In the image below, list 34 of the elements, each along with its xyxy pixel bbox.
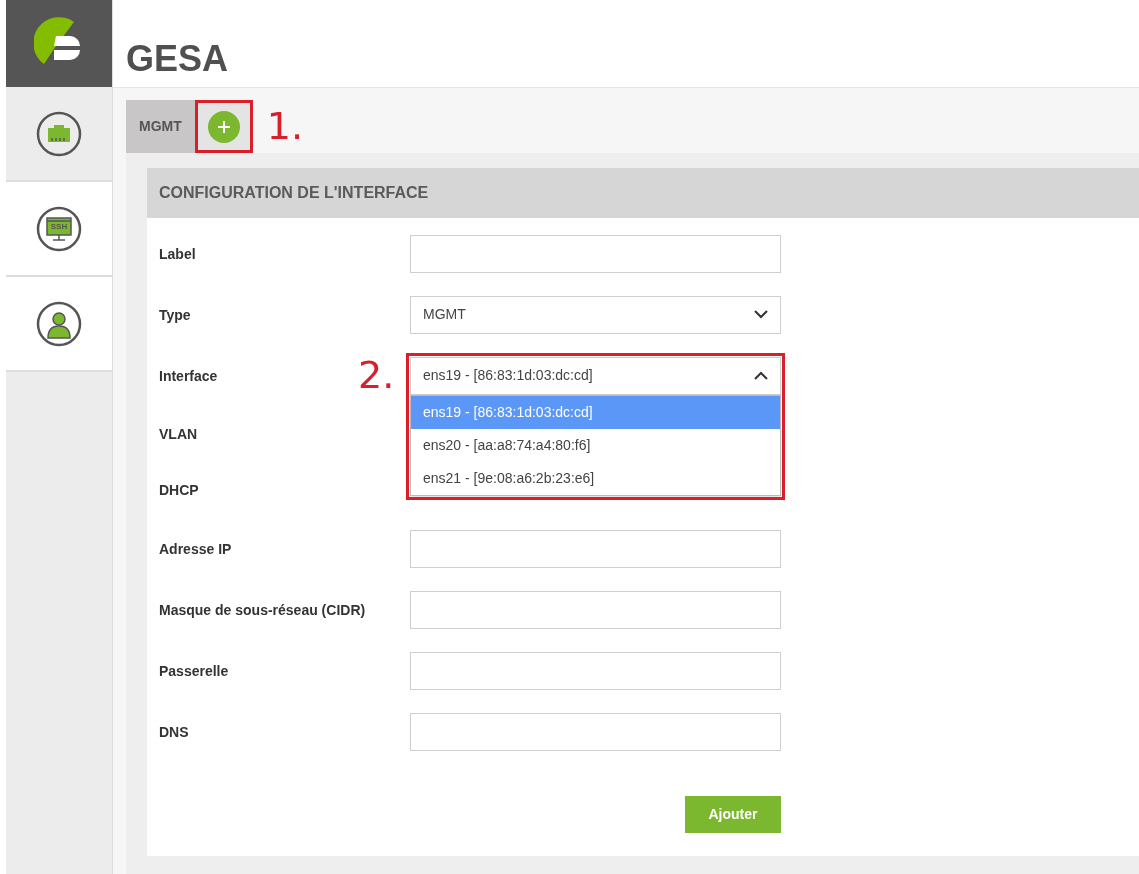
text-field[interactable]	[410, 529, 781, 568]
user-icon	[35, 299, 83, 348]
field-label: VLAN	[159, 426, 198, 442]
panel-header: CONFIGURATION DE L'INTERFACE	[147, 168, 1139, 218]
text-field[interactable]	[410, 234, 781, 273]
field-label: Label	[159, 245, 196, 262]
chevron-up-icon	[754, 371, 768, 380]
annotation-number: 1.	[266, 103, 304, 150]
ssh-terminal-icon: SSH	[35, 204, 83, 253]
text-field[interactable]	[410, 651, 781, 690]
tab[interactable]: MGMT	[126, 100, 195, 153]
field-label: Passerelle	[159, 662, 229, 679]
field-label: DHCP	[159, 482, 199, 498]
chevron-down-icon	[754, 310, 768, 319]
interface-select[interactable]: ens19 - [86:83:1d:03:dc:cd]	[410, 356, 781, 395]
ethernet-port-icon	[35, 109, 83, 158]
annotation-number: 2.	[358, 351, 395, 399]
select-value: ens19 - [86:83:1d:03:dc:cd]	[423, 366, 593, 385]
dropdown-option[interactable]: ens20 - [aa:a8:74:a4:80:f6]	[411, 428, 780, 462]
field-label: Masque de sous-réseau (CIDR)	[159, 601, 366, 618]
field-label: DNS	[159, 723, 189, 740]
page-title: GESA	[126, 37, 229, 81]
type-select[interactable]: MGMT	[410, 295, 781, 334]
field-label: Type	[159, 306, 191, 323]
dropdown-option[interactable]: ens21 - [9e:08:a6:2b:23:e6]	[411, 461, 780, 495]
add-button[interactable]	[207, 110, 240, 143]
select-value: MGMT	[423, 305, 466, 324]
text-field[interactable]	[410, 712, 781, 751]
annotation-highlight	[194, 100, 253, 153]
plus-icon	[216, 119, 231, 134]
text-field[interactable]	[410, 590, 781, 629]
field-label: Adresse IP	[159, 540, 232, 557]
sidebar-item[interactable]	[6, 277, 112, 372]
field-label: Interface	[159, 367, 218, 384]
